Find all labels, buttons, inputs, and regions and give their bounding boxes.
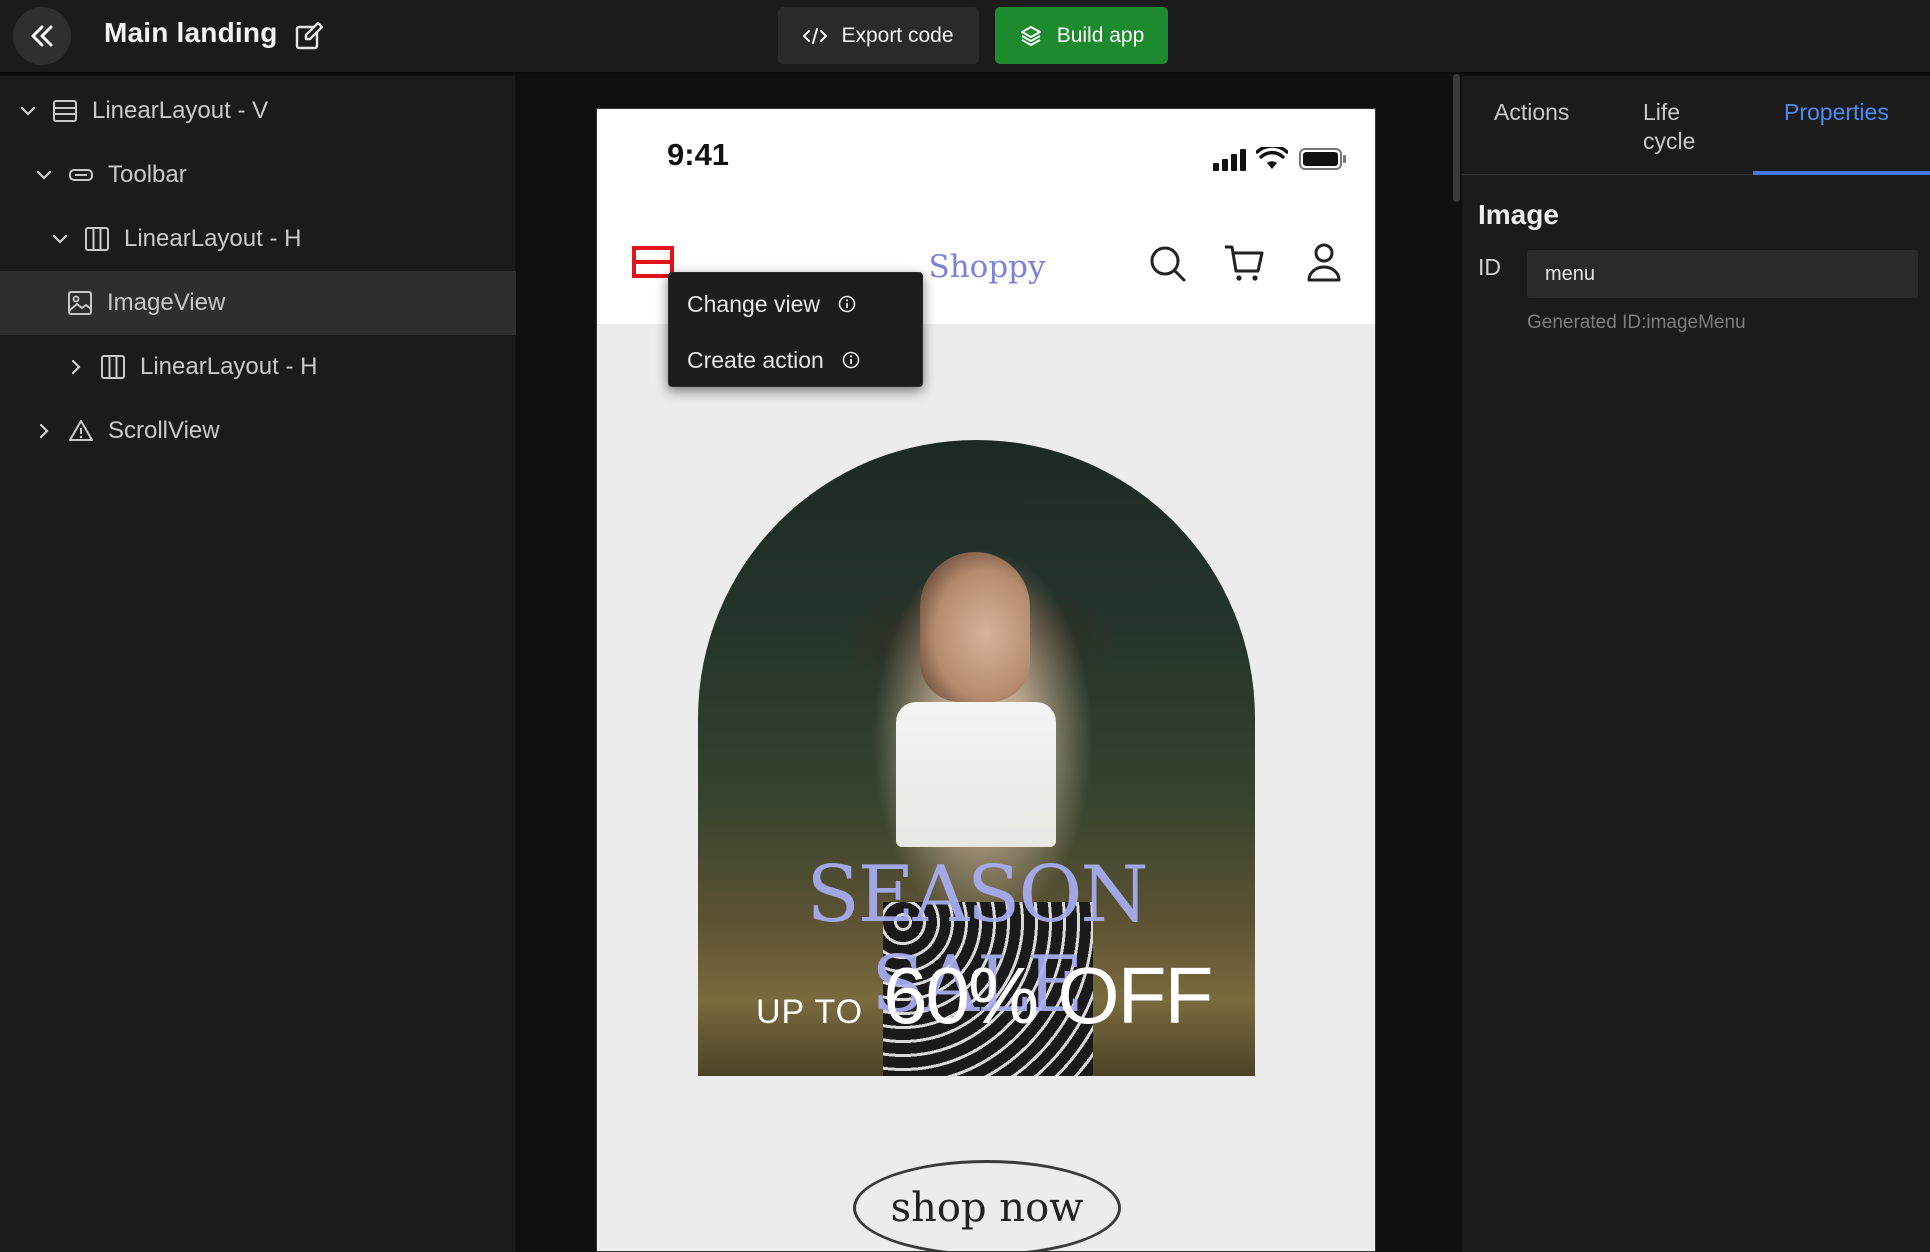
popup-item-label: Create action bbox=[687, 346, 824, 373]
tree-item-label: ImageView bbox=[107, 289, 226, 316]
toolbar-icon bbox=[67, 161, 95, 189]
properties-panel: Actions Life cycle Properties Image ID G… bbox=[1462, 76, 1930, 1252]
tree-item-linearlayout-h[interactable]: LinearLayout - H bbox=[0, 207, 516, 271]
signal-icon bbox=[1213, 149, 1246, 171]
banner-upto: UP TO bbox=[756, 993, 864, 1031]
double-chevron-left-icon bbox=[31, 25, 53, 47]
chevron-right-icon[interactable] bbox=[65, 356, 87, 378]
tab-actions[interactable]: Actions bbox=[1494, 98, 1569, 127]
page-title: Main landing bbox=[104, 17, 278, 48]
user-icon[interactable] bbox=[1306, 242, 1342, 282]
rows-layout-icon bbox=[51, 97, 79, 125]
id-input[interactable] bbox=[1527, 250, 1918, 298]
layers-icon bbox=[1020, 25, 1041, 46]
cart-icon[interactable] bbox=[1223, 243, 1265, 283]
component-tree-panel: LinearLayout - V Toolbar LinearLayout - … bbox=[0, 76, 516, 1252]
tree-item-scrollview[interactable]: ScrollView bbox=[0, 399, 516, 463]
tree-item-label: LinearLayout - V bbox=[92, 97, 269, 124]
edit-title-button[interactable] bbox=[293, 20, 325, 52]
banner-model-head bbox=[920, 552, 1030, 702]
section-title: Image bbox=[1478, 199, 1559, 230]
info-icon bbox=[842, 351, 860, 369]
tab-lifecycle[interactable]: Life cycle bbox=[1643, 98, 1695, 156]
tree-item-label: LinearLayout - H bbox=[124, 225, 302, 252]
warning-icon bbox=[67, 417, 95, 445]
generated-id-text: Generated ID:imageMenu bbox=[1527, 312, 1746, 333]
tree-item-label: Toolbar bbox=[108, 161, 187, 188]
build-app-label: Build app bbox=[1056, 23, 1145, 47]
id-label: ID bbox=[1478, 254, 1501, 280]
chevron-down-icon[interactable] bbox=[49, 228, 71, 250]
chevron-right-icon[interactable] bbox=[33, 420, 55, 442]
back-button[interactable] bbox=[13, 7, 71, 65]
tree-item-linearlayout-h[interactable]: LinearLayout - H bbox=[0, 335, 516, 399]
shop-now-button[interactable]: shop now bbox=[853, 1160, 1121, 1251]
code-icon bbox=[803, 27, 828, 44]
status-time: 9:41 bbox=[667, 137, 730, 172]
wifi-icon bbox=[1256, 147, 1288, 169]
tree-item-label: ScrollView bbox=[108, 417, 220, 444]
context-popup: Change view Create action bbox=[668, 272, 923, 387]
popup-item-label: Change view bbox=[687, 290, 820, 317]
season-sale-banner: SEASON SALE UP TO 60% OFF bbox=[698, 440, 1255, 1076]
build-app-button[interactable]: Build app bbox=[995, 7, 1168, 64]
tree-item-imageview[interactable]: ImageView bbox=[0, 271, 516, 335]
tree-item-linearlayout-v[interactable]: LinearLayout - V bbox=[0, 79, 516, 143]
banner-percent: 60% OFF bbox=[883, 951, 1213, 1040]
edit-icon bbox=[295, 21, 324, 50]
chevron-down-icon[interactable] bbox=[33, 164, 55, 186]
active-tab-indicator bbox=[1753, 171, 1930, 175]
info-icon bbox=[838, 295, 856, 313]
banner-model-top bbox=[896, 702, 1056, 847]
change-view-menu-item[interactable]: Change view bbox=[687, 283, 856, 325]
columns-layout-icon bbox=[83, 225, 111, 253]
status-bar: 9:41 bbox=[597, 109, 1375, 209]
canvas-scrollbar[interactable] bbox=[1453, 74, 1460, 202]
tree-item-label: LinearLayout - H bbox=[140, 353, 318, 380]
tree-item-toolbar[interactable]: Toolbar bbox=[0, 143, 516, 207]
create-action-menu-item[interactable]: Create action bbox=[687, 339, 860, 381]
top-bar: Main landing Export code Build app bbox=[0, 0, 1930, 74]
image-icon bbox=[66, 289, 94, 317]
columns-layout-icon bbox=[99, 353, 127, 381]
chevron-down-icon[interactable] bbox=[17, 100, 39, 122]
search-icon[interactable] bbox=[1149, 245, 1187, 283]
tab-properties[interactable]: Properties bbox=[1784, 98, 1889, 127]
battery-icon bbox=[1299, 148, 1346, 170]
export-code-button[interactable]: Export code bbox=[778, 7, 979, 64]
banner-discount: UP TO 60% OFF bbox=[756, 950, 1213, 1042]
export-code-label: Export code bbox=[841, 23, 954, 47]
